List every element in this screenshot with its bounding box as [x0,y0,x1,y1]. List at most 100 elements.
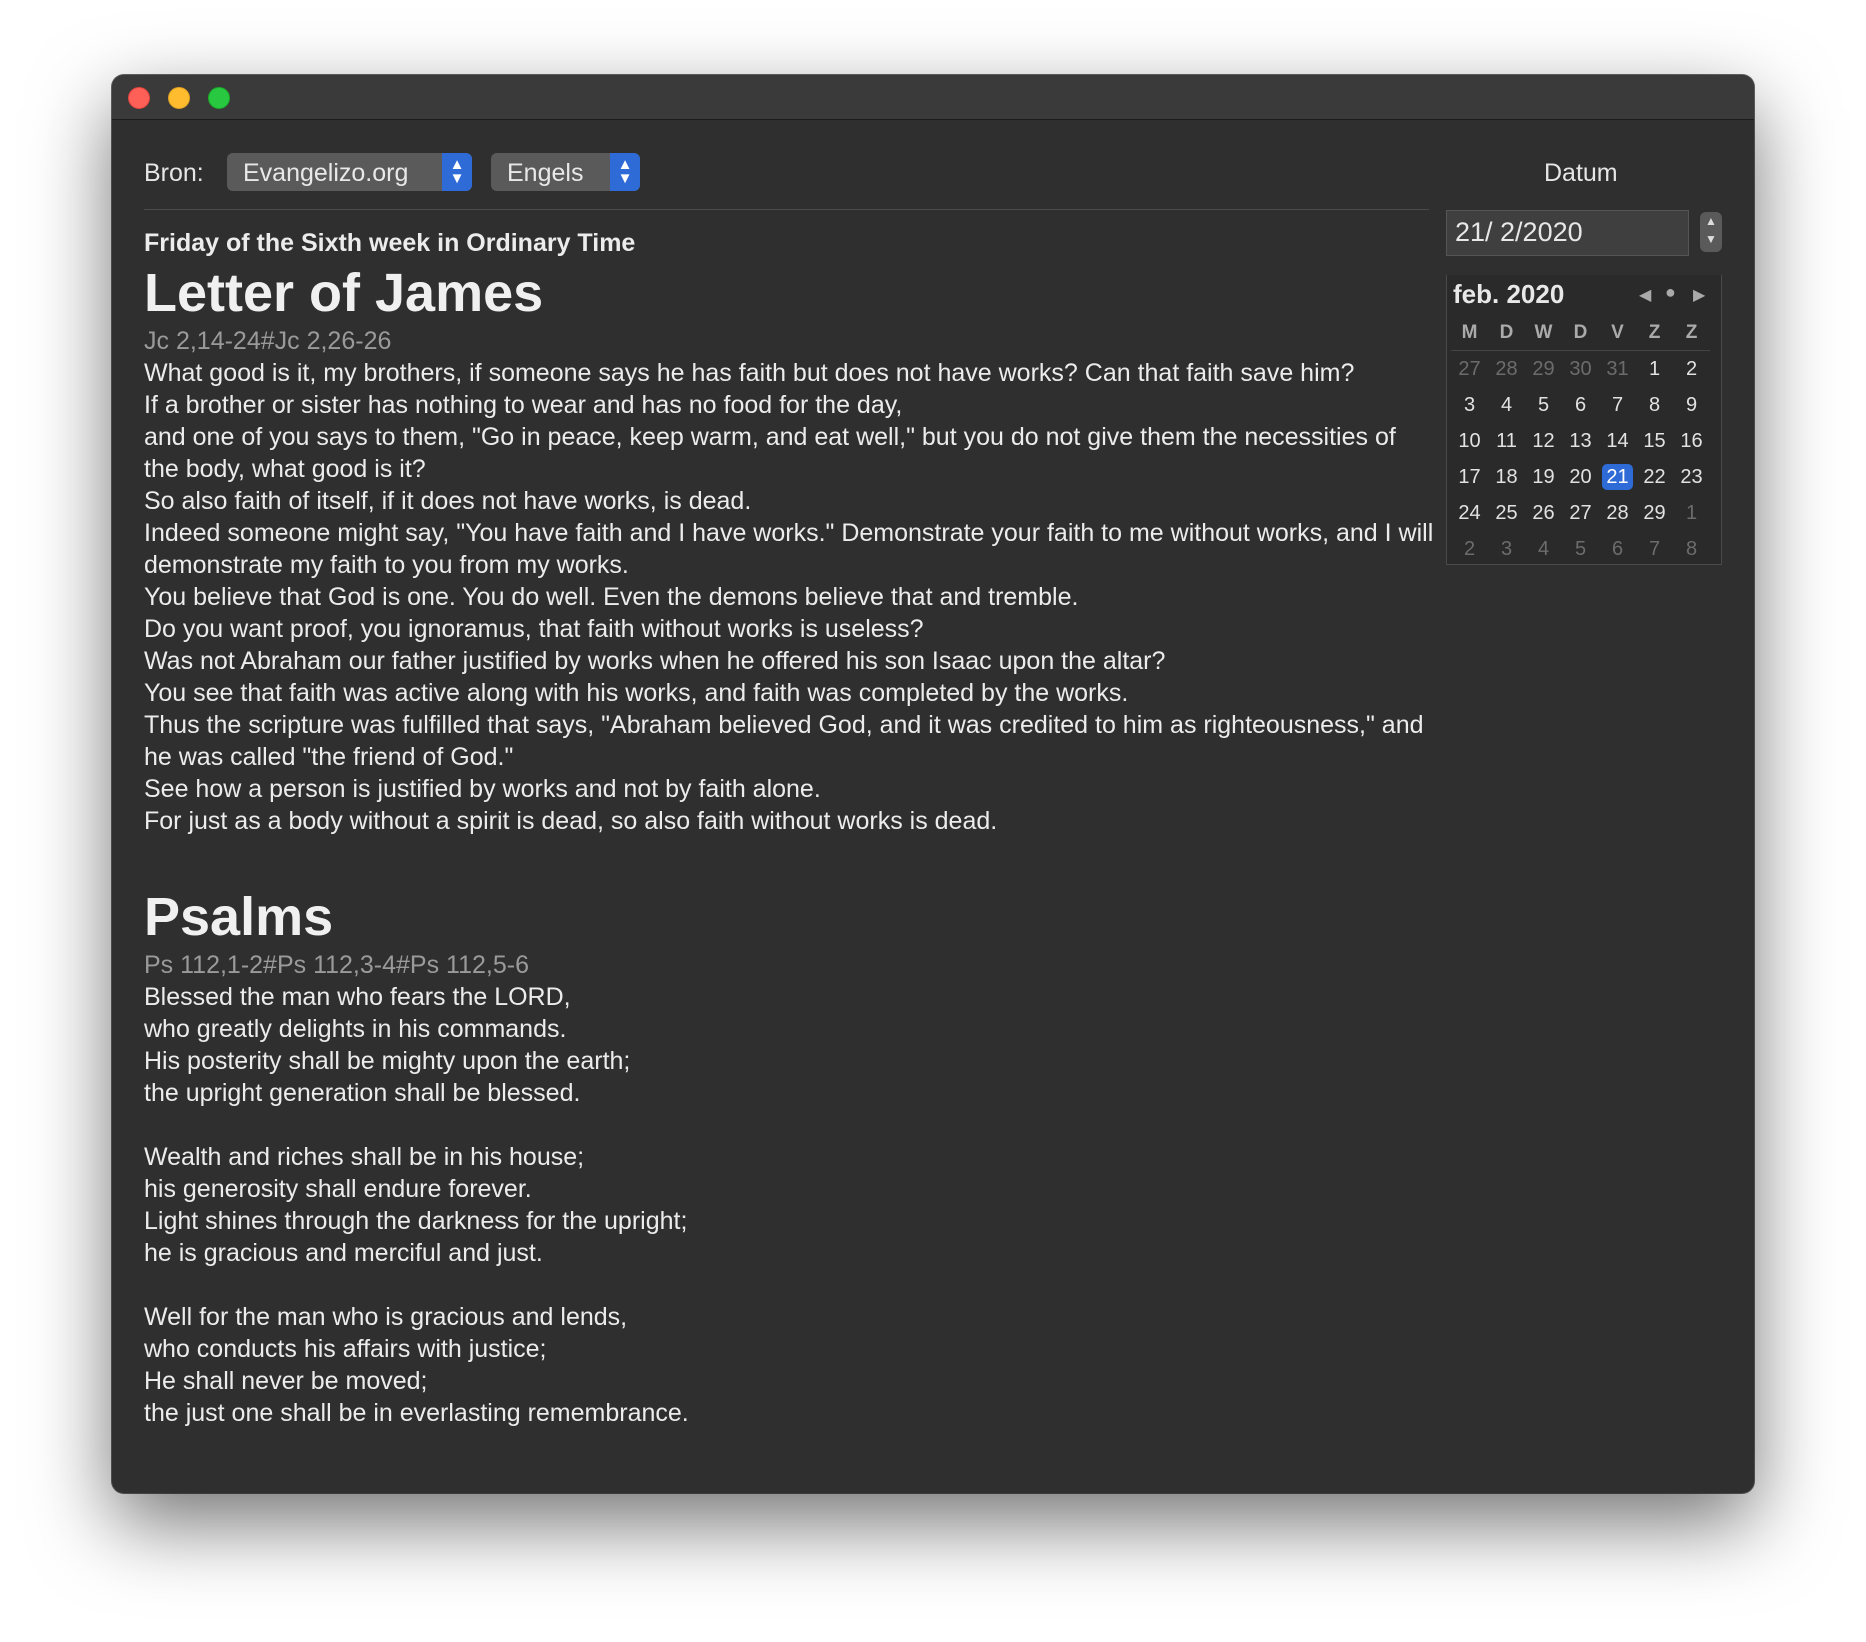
calendar-day[interactable]: 31 [1599,351,1636,387]
chevron-updown-icon: ▲ ▼ [610,153,640,191]
calendar-day-number: 3 [1500,538,1513,560]
calendar-day-number: 6 [1611,538,1624,560]
calendar-day[interactable]: 11 [1488,423,1525,459]
calendar-day[interactable]: 26 [1525,495,1562,531]
calendar-day[interactable]: 14 [1599,423,1636,459]
chevron-updown-icon: ▲ ▼ [442,153,472,191]
calendar-day[interactable]: 4 [1525,531,1562,567]
chevron-down-icon[interactable]: ▼ [1705,232,1717,246]
calendar-day[interactable]: 24 [1451,495,1488,531]
calendar-day[interactable]: 1 [1636,351,1673,387]
calendar-day-number: 4 [1500,394,1513,416]
book-title: Letter of James [144,263,544,323]
calendar-day[interactable]: 20 [1562,459,1599,495]
calendar-week-row: 10 11 12 13 14 15 16 [1451,423,1719,459]
calendar-day-number: 20 [1569,466,1592,488]
calendar-weekday: D [1488,315,1525,351]
calendar-day[interactable]: 5 [1525,387,1562,423]
reading-body: What good is it, my brothers, if someone… [144,359,1434,835]
calendar-day-number: 8 [1685,538,1698,560]
calendar-day[interactable]: 16 [1673,423,1710,459]
calendar-day[interactable]: 18 [1488,459,1525,495]
calendar-day[interactable]: 5 [1562,531,1599,567]
calendar-day-number: 9 [1685,394,1698,416]
calendar-day-number: 3 [1463,394,1476,416]
calendar-today-icon[interactable]: ● [1665,282,1676,303]
calendar-day[interactable]: 19 [1525,459,1562,495]
source-popup[interactable]: Evangelizo.org ▲ ▼ [227,153,472,191]
reading-sections: Letter of James Jc 2,14-24#Jc 2,26-26 What… [144,261,1434,1429]
calendar-day[interactable]: 3 [1488,531,1525,567]
reading-text-view[interactable]: Friday of the Sixth week in Ordinary Tim… [144,225,1434,1467]
calendar-day[interactable]: 27 [1451,351,1488,387]
calendar-day-number: 18 [1495,466,1518,488]
calendar-day[interactable]: 9 [1673,387,1710,423]
reading-reference: Ps 112,1-2#Ps 112,3-4#Ps 112,5-6 [144,951,529,979]
calendar-day[interactable]: 29 [1636,495,1673,531]
calendar-day[interactable]: 6 [1599,531,1636,567]
calendar-day[interactable]: 1 [1673,495,1710,531]
toolbar-divider [144,209,1429,210]
date-stepper[interactable]: ▲ ▼ [1700,212,1722,252]
calendar-day-number: 29 [1532,358,1555,380]
calendar-day-number: 25 [1495,502,1518,524]
calendar-day[interactable]: 28 [1599,495,1636,531]
calendar-day[interactable]: 6 [1562,387,1599,423]
reading-reference: Jc 2,14-24#Jc 2,26-26 [144,327,392,355]
language-popup[interactable]: Engels ▲ ▼ [491,153,640,191]
calendar-weekday: V [1599,315,1636,351]
calendar-day[interactable]: 22 [1636,459,1673,495]
calendar-day-number: 23 [1680,466,1703,488]
calendar-day-number: 5 [1537,394,1550,416]
calendar-day-number: 5 [1574,538,1587,560]
calendar-day-number: 7 [1648,538,1661,560]
calendar-day[interactable]: 15 [1636,423,1673,459]
calendar-day[interactable]: 2 [1673,351,1710,387]
calendar-day[interactable]: 13 [1562,423,1599,459]
calendar-week-row: 2 3 4 5 6 7 8 [1451,531,1719,567]
calendar-day-number: 11 [1496,430,1517,452]
reading-body: Blessed the man who fears the LORD, who … [144,983,689,1427]
calendar-day[interactable]: 4 [1488,387,1525,423]
chevron-up-icon[interactable]: ▲ [1705,214,1717,228]
calendar-weekday: D [1562,315,1599,351]
calendar-day[interactable]: 23 [1673,459,1710,495]
calendar-day[interactable]: 28 [1488,351,1525,387]
calendar-day[interactable]: 8 [1636,387,1673,423]
calendar-day[interactable]: 30 [1562,351,1599,387]
calendar-day[interactable]: 7 [1636,531,1673,567]
language-popup-value: Engels [507,159,584,187]
title-bar[interactable] [112,75,1754,120]
calendar-day-number: 12 [1532,430,1555,452]
calendar-day[interactable]: 10 [1451,423,1488,459]
calendar-day[interactable]: 8 [1673,531,1710,567]
calendar-day[interactable]: 25 [1488,495,1525,531]
calendar-day-number: 2 [1685,358,1698,380]
calendar-day-number: 28 [1495,358,1518,380]
calendar-day-number: 1 [1685,502,1698,524]
calendar-day[interactable]: 3 [1451,387,1488,423]
date-field[interactable]: 21/ 2/2020 [1446,210,1689,256]
calendar-day[interactable]: 29 [1525,351,1562,387]
close-button[interactable] [128,87,150,109]
calendar-day[interactable]: 7 [1599,387,1636,423]
calendar-prev-icon[interactable]: ◀ [1639,285,1651,305]
calendar-day[interactable]: 2 [1451,531,1488,567]
calendar-week-row: 27 28 29 30 31 1 2 [1451,351,1719,387]
calendar-day-number: 8 [1648,394,1661,416]
calendar-day[interactable]: 27 [1562,495,1599,531]
calendar-day-number: 2 [1463,538,1476,560]
calendar-day-number: 31 [1606,358,1629,380]
day-title: Friday of the Sixth week in Ordinary Tim… [144,229,636,257]
minimize-button[interactable] [168,87,190,109]
calendar-week-row: 24 25 26 27 28 29 1 [1451,495,1719,531]
calendar-day-number: 27 [1458,358,1481,380]
calendar-day-selected[interactable]: 21 [1599,459,1636,495]
calendar-day[interactable]: 17 [1451,459,1488,495]
calendar-next-icon[interactable]: ▶ [1693,285,1705,305]
calendar-day-number: 16 [1680,430,1703,452]
book-title: Psalms [144,887,334,947]
calendar-day[interactable]: 12 [1525,423,1562,459]
zoom-button[interactable] [208,87,230,109]
calendar-week-row: 3 4 5 6 7 8 9 [1451,387,1719,423]
